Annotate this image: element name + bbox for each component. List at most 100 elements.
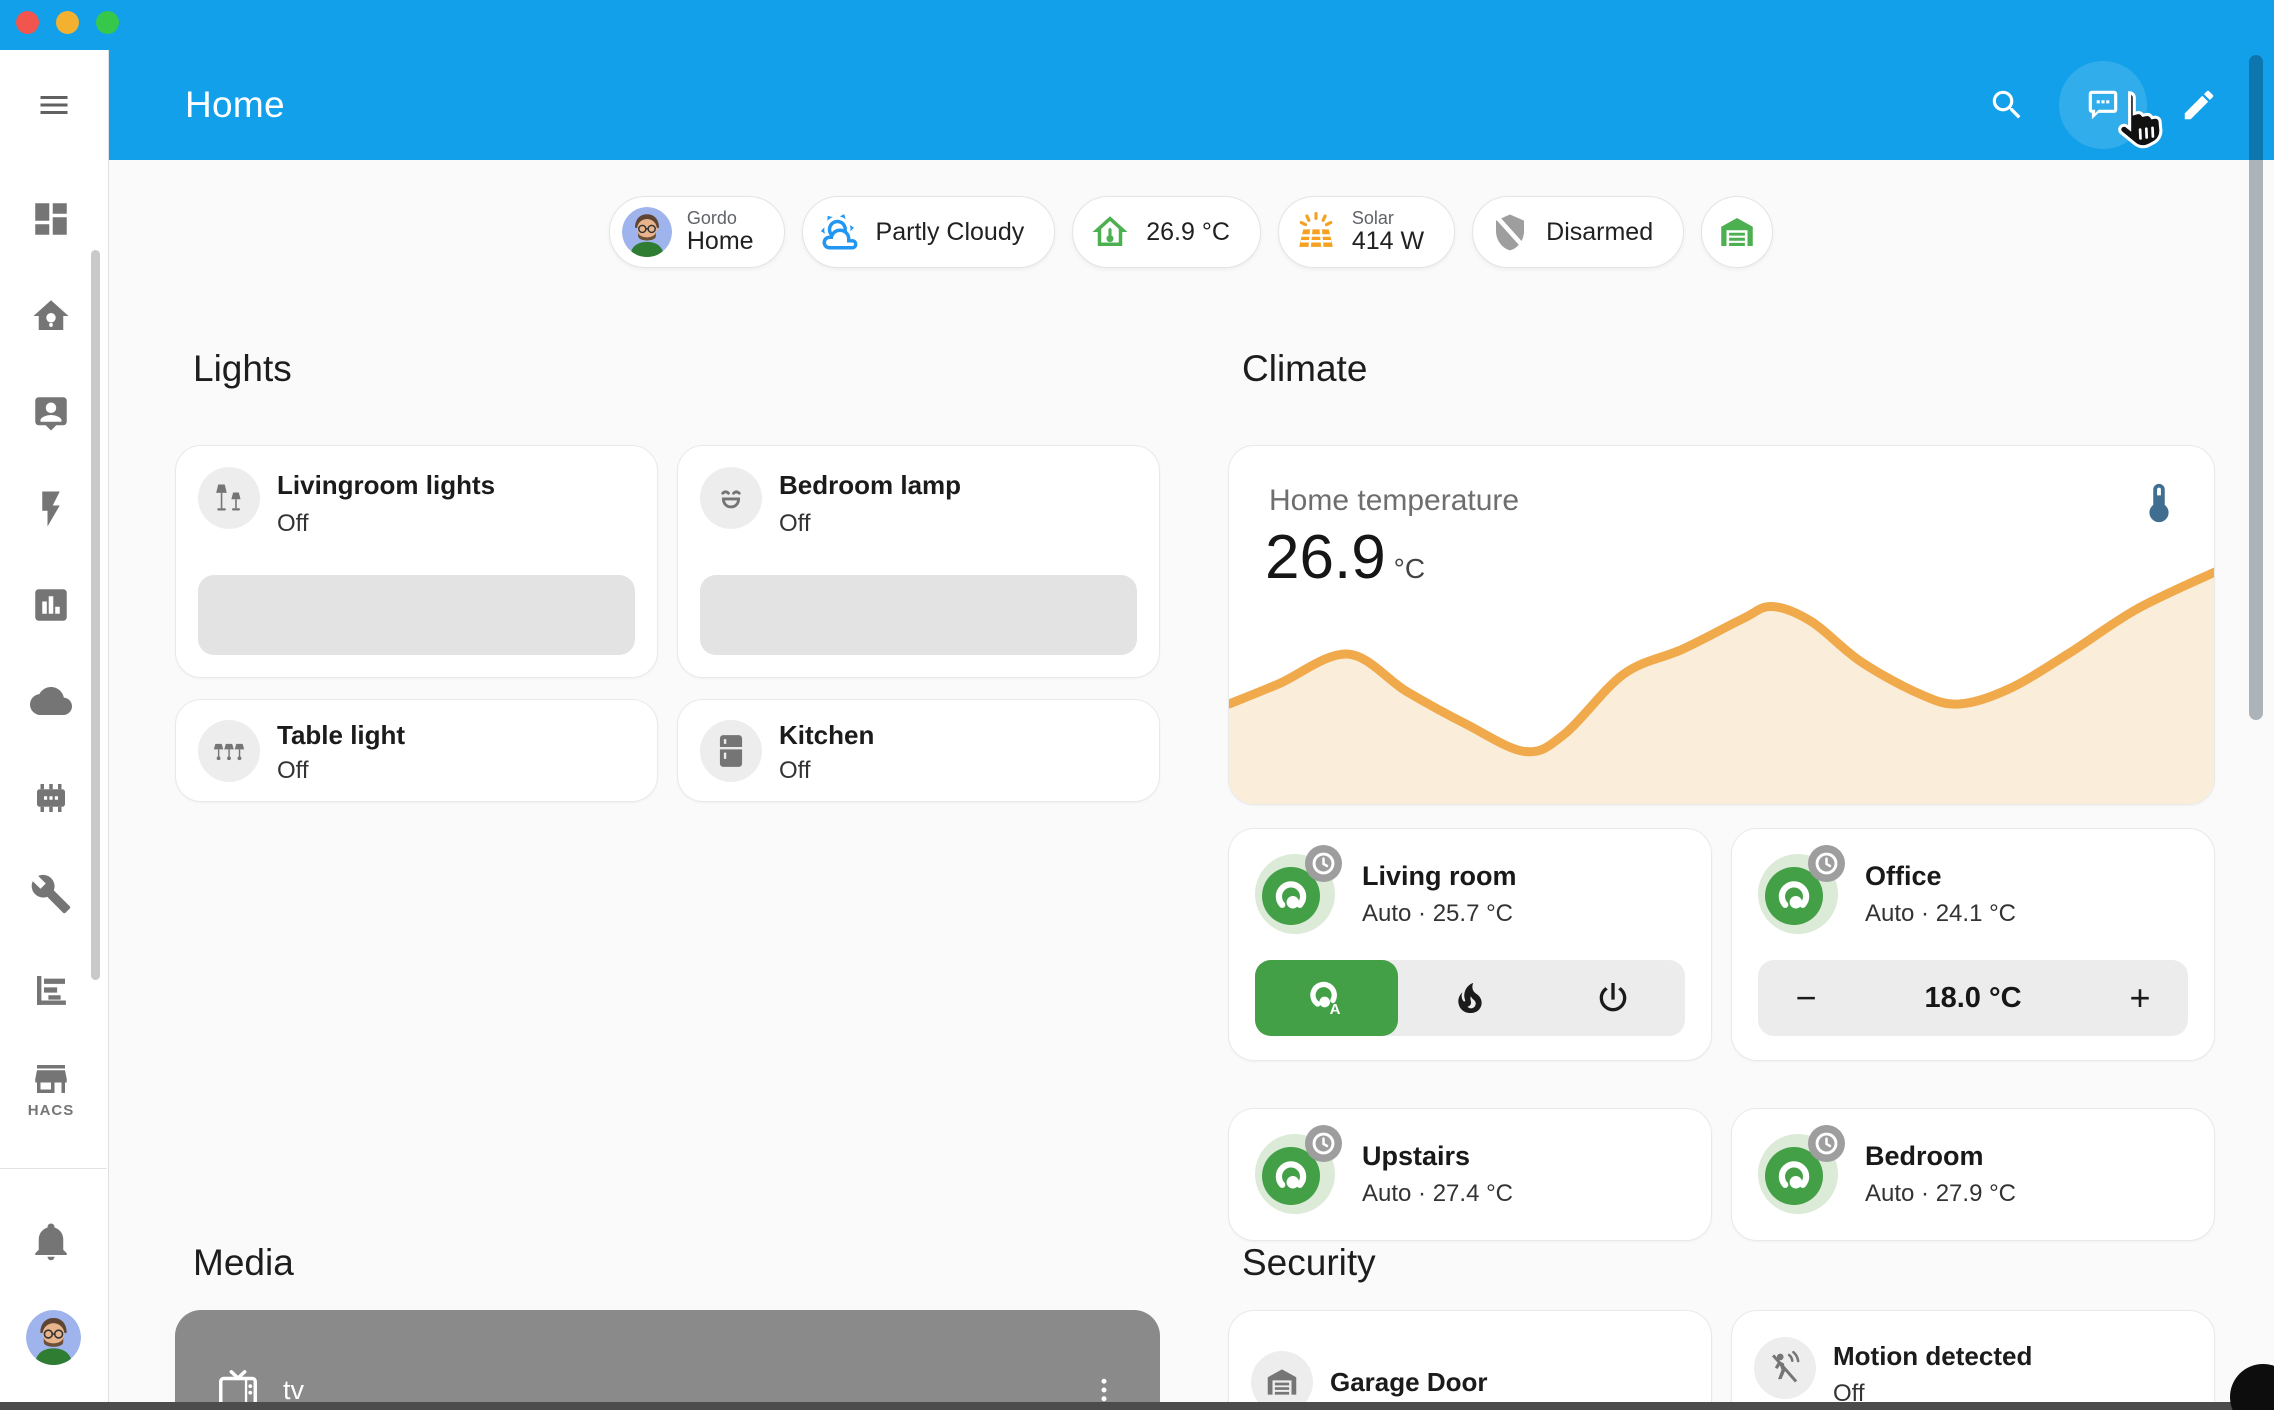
edit-dashboard-button[interactable] — [2180, 86, 2218, 124]
thermostat-status: Auto · 27.9 °C — [1865, 1180, 2016, 1208]
sidebar-profile-avatar[interactable] — [26, 1310, 81, 1365]
decrease-temp-button[interactable]: − — [1758, 977, 1854, 1019]
thermostat-card-upstairs[interactable]: Upstairs Auto · 27.4 °C — [1228, 1108, 1712, 1241]
schedule-clock-badge — [1305, 1125, 1342, 1162]
wrench-icon — [30, 873, 72, 915]
motion-sensor-off-icon — [1754, 1337, 1816, 1399]
alarm-chip[interactable]: Disarmed — [1472, 196, 1684, 268]
sidebar-item-people[interactable] — [30, 392, 72, 434]
sidebar-scrollbar[interactable] — [91, 250, 100, 980]
dashboard-icon — [30, 198, 72, 240]
thermostat-status: Auto · 25.7 °C — [1362, 900, 1517, 928]
floor-lamp-icon — [198, 467, 260, 529]
lights-section-heading: Lights — [193, 348, 292, 390]
light-title: Bedroom lamp — [779, 470, 961, 501]
close-window-button[interactable] — [16, 11, 39, 34]
light-state: Off — [779, 510, 961, 538]
thermostat-name: Office — [1865, 861, 2016, 892]
sidebar-menu-button[interactable] — [33, 87, 75, 123]
user-chip-zone: Home — [687, 228, 754, 254]
setpoint-value: 18.0 °C — [1854, 982, 2092, 1015]
home-temperature-card[interactable]: Home temperature 26.9°C — [1228, 445, 2215, 805]
increase-temp-button[interactable]: + — [2092, 977, 2188, 1019]
light-card-bedroom-lamp[interactable]: Bedroom lamp Off — [677, 445, 1160, 678]
sidebar-item-cloud[interactable] — [30, 680, 72, 722]
window-titlebar — [0, 0, 2274, 50]
light-state: Off — [277, 757, 405, 785]
chip-icon — [30, 777, 72, 819]
thermostat-auto-icon — [1307, 978, 1347, 1018]
thermostat-status: Auto · 27.4 °C — [1362, 1180, 1513, 1208]
security-section-heading: Security — [1242, 1242, 1376, 1284]
store-icon — [30, 1058, 72, 1100]
lightning-icon — [30, 488, 72, 530]
weather-chip-label: Partly Cloudy — [876, 218, 1025, 247]
thermostat-card-bedroom[interactable]: Bedroom Auto · 27.9 °C — [1731, 1108, 2215, 1241]
corner-shape — [2230, 1364, 2274, 1410]
header-actions — [1988, 86, 2218, 124]
status-chip-row: Gordo Home Partly Cloudy 26.9 °C Solar 4… — [108, 196, 2274, 268]
alarm-chip-label: Disarmed — [1546, 218, 1653, 247]
pencil-icon — [2180, 86, 2218, 124]
minimize-window-button[interactable] — [56, 11, 79, 34]
temperature-chip[interactable]: 26.9 °C — [1072, 196, 1261, 268]
lamps-icon — [198, 720, 260, 782]
smiley-lamp-icon — [700, 467, 762, 529]
light-title: Kitchen — [779, 720, 874, 751]
light-card-kitchen[interactable]: Kitchen Off — [677, 699, 1160, 802]
sidebar-item-hacs[interactable] — [30, 1058, 72, 1100]
hvac-mode-selector — [1255, 960, 1685, 1036]
user-chip[interactable]: Gordo Home — [609, 196, 785, 268]
media-player-card-tv[interactable]: tv — [175, 1310, 1160, 1410]
light-title: Table light — [277, 720, 405, 751]
garage-chip[interactable] — [1701, 196, 1773, 268]
temperature-card-title: Home temperature — [1269, 484, 1519, 518]
thermostat-card-office[interactable]: Office Auto · 24.1 °C − 18.0 °C + — [1731, 828, 2215, 1061]
sidebar-item-devices[interactable] — [30, 777, 72, 819]
setpoint-stepper: − 18.0 °C + — [1758, 960, 2188, 1036]
shield-off-icon — [1489, 211, 1531, 253]
mode-off-button[interactable] — [1542, 960, 1685, 1036]
schedule-clock-badge — [1808, 845, 1845, 882]
chart-box-icon — [30, 584, 72, 626]
sidebar-divider — [0, 1168, 107, 1169]
garage-icon — [1716, 211, 1758, 253]
light-card-livingroom[interactable]: Livingroom lights Off — [175, 445, 658, 678]
temperature-area-chart — [1229, 554, 2215, 804]
sidebar-item-developer-tools[interactable] — [30, 873, 72, 915]
cloud-icon — [30, 680, 72, 722]
solar-chip[interactable]: Solar 414 W — [1278, 196, 1455, 268]
thermostat-status: Auto · 24.1 °C — [1865, 900, 2016, 928]
media-section-heading: Media — [193, 1242, 294, 1284]
sidebar-item-logbook[interactable] — [30, 969, 72, 1011]
media-player-name: tv — [283, 1375, 304, 1406]
sidebar-item-overview[interactable] — [30, 198, 72, 240]
mode-auto-button[interactable] — [1255, 960, 1398, 1036]
page-scrollbar[interactable] — [2249, 55, 2263, 720]
solar-power-icon — [1295, 211, 1337, 253]
brightness-slider[interactable] — [198, 575, 635, 655]
light-card-table-light[interactable]: Table light Off — [175, 699, 658, 802]
security-card-motion[interactable]: Motion detected Off — [1731, 1310, 2215, 1410]
thermostat-name: Living room — [1362, 861, 1517, 892]
home-thermometer-icon — [1089, 211, 1131, 253]
security-card-title: Garage Door — [1330, 1367, 1488, 1398]
window-controls[interactable] — [16, 11, 119, 34]
search-button[interactable] — [1988, 86, 2026, 124]
sidebar-item-notifications[interactable] — [30, 1220, 72, 1262]
thermostat-card-living-room[interactable]: Living room Auto · 25.7 °C — [1228, 828, 1712, 1061]
sidebar-item-areas[interactable] — [30, 295, 72, 337]
light-state: Off — [779, 757, 874, 785]
fridge-icon — [700, 720, 762, 782]
weather-chip[interactable]: Partly Cloudy — [802, 196, 1056, 268]
sidebar-item-history[interactable] — [30, 584, 72, 626]
page-title: Home — [185, 84, 285, 126]
sidebar-item-energy[interactable] — [30, 488, 72, 530]
person-badge-icon — [30, 392, 72, 434]
avatar — [622, 207, 672, 257]
mouse-cursor — [2106, 88, 2168, 150]
zoom-window-button[interactable] — [96, 11, 119, 34]
mode-heat-button[interactable] — [1398, 960, 1541, 1036]
brightness-slider[interactable] — [700, 575, 1137, 655]
security-card-garage-door[interactable]: Garage Door — [1228, 1310, 1712, 1410]
